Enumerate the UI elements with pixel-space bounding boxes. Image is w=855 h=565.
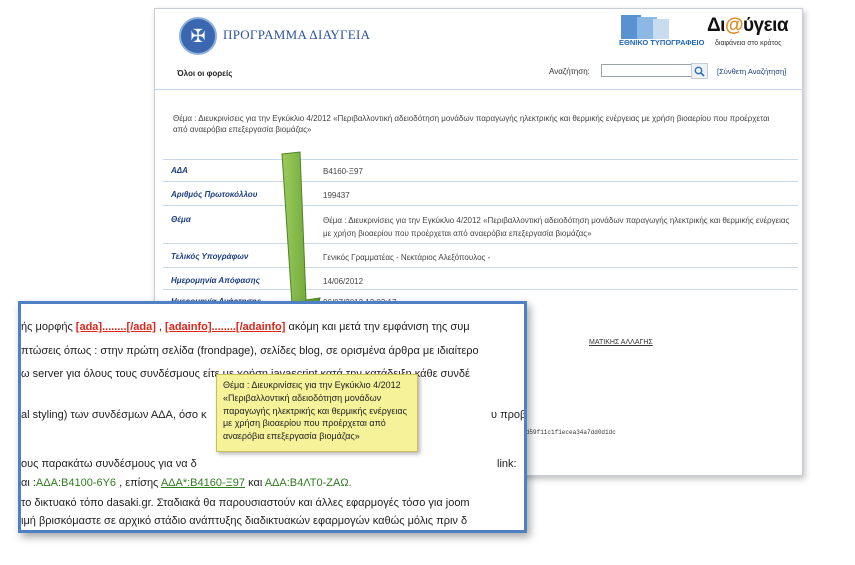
article-line-8: ιμή βρισκόμαστε σε αρχικό στάδιο ανάπτυξ… [21,515,468,527]
field-label: Ημερομηνία Απόφασης [171,276,260,285]
text: ακόμη και μετά την εμφάνιση της συμ [285,321,470,333]
national-printing-office-logo-icon [621,15,669,39]
tooltip-line: Θέμα : Διευκρινίσεις για την Εγκύκλιο 4/… [223,380,401,390]
search-button[interactable] [691,63,708,79]
decision-subject-heading: Θέμα : Διευκρινίσεις για την Εγκύκλιο 4/… [173,114,770,134]
field-row-protocol: Αριθμός Πρωτοκόλλου 199437 [163,181,798,206]
article-line-4-end: υ προβ [491,409,527,421]
field-label: Αριθμός Πρωτοκόλλου [171,190,258,199]
ada-shortcode: [ada]........[/ada] [75,321,156,333]
article-line-5-end: link: [497,458,517,470]
ada-link-3[interactable]: ΑΔΑ:Β4ΛΤ0-ΖΑΩ. [265,477,352,489]
adainfo-shortcode: [adainfo]........[/adainfo] [165,321,286,333]
change-link[interactable]: ΜΑΤΙΚΗΣ ΑΛΛΑΓΗΣ [589,339,653,346]
search-input[interactable] [601,64,695,77]
advanced-search-link[interactable]: [Σύνθετη Αναζήτηση] [717,67,786,76]
field-row-signatory: Τελικός Υπογράφων Γενικός Γραμματέας - Ν… [163,243,798,268]
et-label: ΕΘΝΙΚΟ ΤΥΠΟΓΡΑΦΕΙΟ [619,38,705,47]
all-agencies-link[interactable]: Όλοι οι φορείς [177,69,232,78]
field-label: Τελικός Υπογράφων [171,252,249,261]
header-divider [155,89,802,90]
article-line-5: ους παρακάτω συνδέσμους για να δ [21,458,197,470]
text: ής μορφής [21,321,76,333]
program-title: ΠΡΟΓΡΑΜΜΑ ΔΙΑΥΓΕΙΑ [223,27,371,42]
article-line-2: πτώσεις όπως : στην πρώτη σελίδα (frondp… [21,345,479,357]
logo-at: @ [724,15,744,36]
ada-link-2[interactable]: ΑΔΑ*:Β4160-Ξ97 [161,477,245,489]
field-row-subject: Θέμα Θέμα : Διευκρινίσεις για την Εγκύκλ… [163,205,798,242]
ada-link-1[interactable]: ΑΔΑ:Β4100-6Υ6 [36,477,116,489]
tooltip-line: παραγωγής ηλεκτρικής και θερμικής ενέργε… [223,405,407,416]
tooltip-line: με χρήση βιοαερίου που προέρχεται από [223,418,386,429]
search-label: Αναζήτηση: [549,67,590,76]
magnifier-icon [694,66,705,77]
logo-subtitle: διαφάνεια στο κράτος [715,40,782,47]
field-value: Γενικός Γραμματέας - Νεκτάριος Αλεξόπουλ… [323,253,491,262]
adainfo-tooltip: Θέμα : Διευκρινίσεις για την Εγκύκλιο 4/… [216,374,418,452]
text: και [245,477,265,489]
article-line-6: αι :ΑΔΑ:Β4100-6Υ6 , επίσης ΑΔΑ*:Β4160-Ξ9… [21,477,352,489]
article-line-1: ής μορφής [ada]........[/ada] , [adainfo… [21,321,470,333]
diavgeia-logo: Δι@ύγεια [707,15,789,37]
document-hash: f7dd59f11c1f1ecea34a7dd0d1dc [515,429,616,436]
field-row-ada: ΑΔΑ Β4160-Ξ97 [163,159,798,182]
article-line-7: το δικτυακό τόπο dasaki.gr. Σταδιακά θα … [21,497,470,509]
text: αι : [21,477,36,489]
logo-post: ύγεια [742,15,789,36]
text: , επίσης [116,477,161,489]
field-label: Θέμα [171,215,191,224]
field-label: ΑΔΑ [171,166,188,175]
field-value: Θέμα : Διευκρινίσεις για την Εγκύκλιο 4/… [323,216,790,238]
logo-pre: Δι [707,15,725,36]
text: , [155,321,166,333]
tooltip-line: «Περιβαλλοντική αδειοδότηση μονάδων [223,392,382,403]
article-line-4: al styling) των συνδέσμων ΑΔΑ, όσο κ [21,409,207,421]
greek-seal-icon: ✠ [179,17,217,55]
tooltip-line: αναερόβια επεξεργασία βιομάζας» [223,431,360,442]
